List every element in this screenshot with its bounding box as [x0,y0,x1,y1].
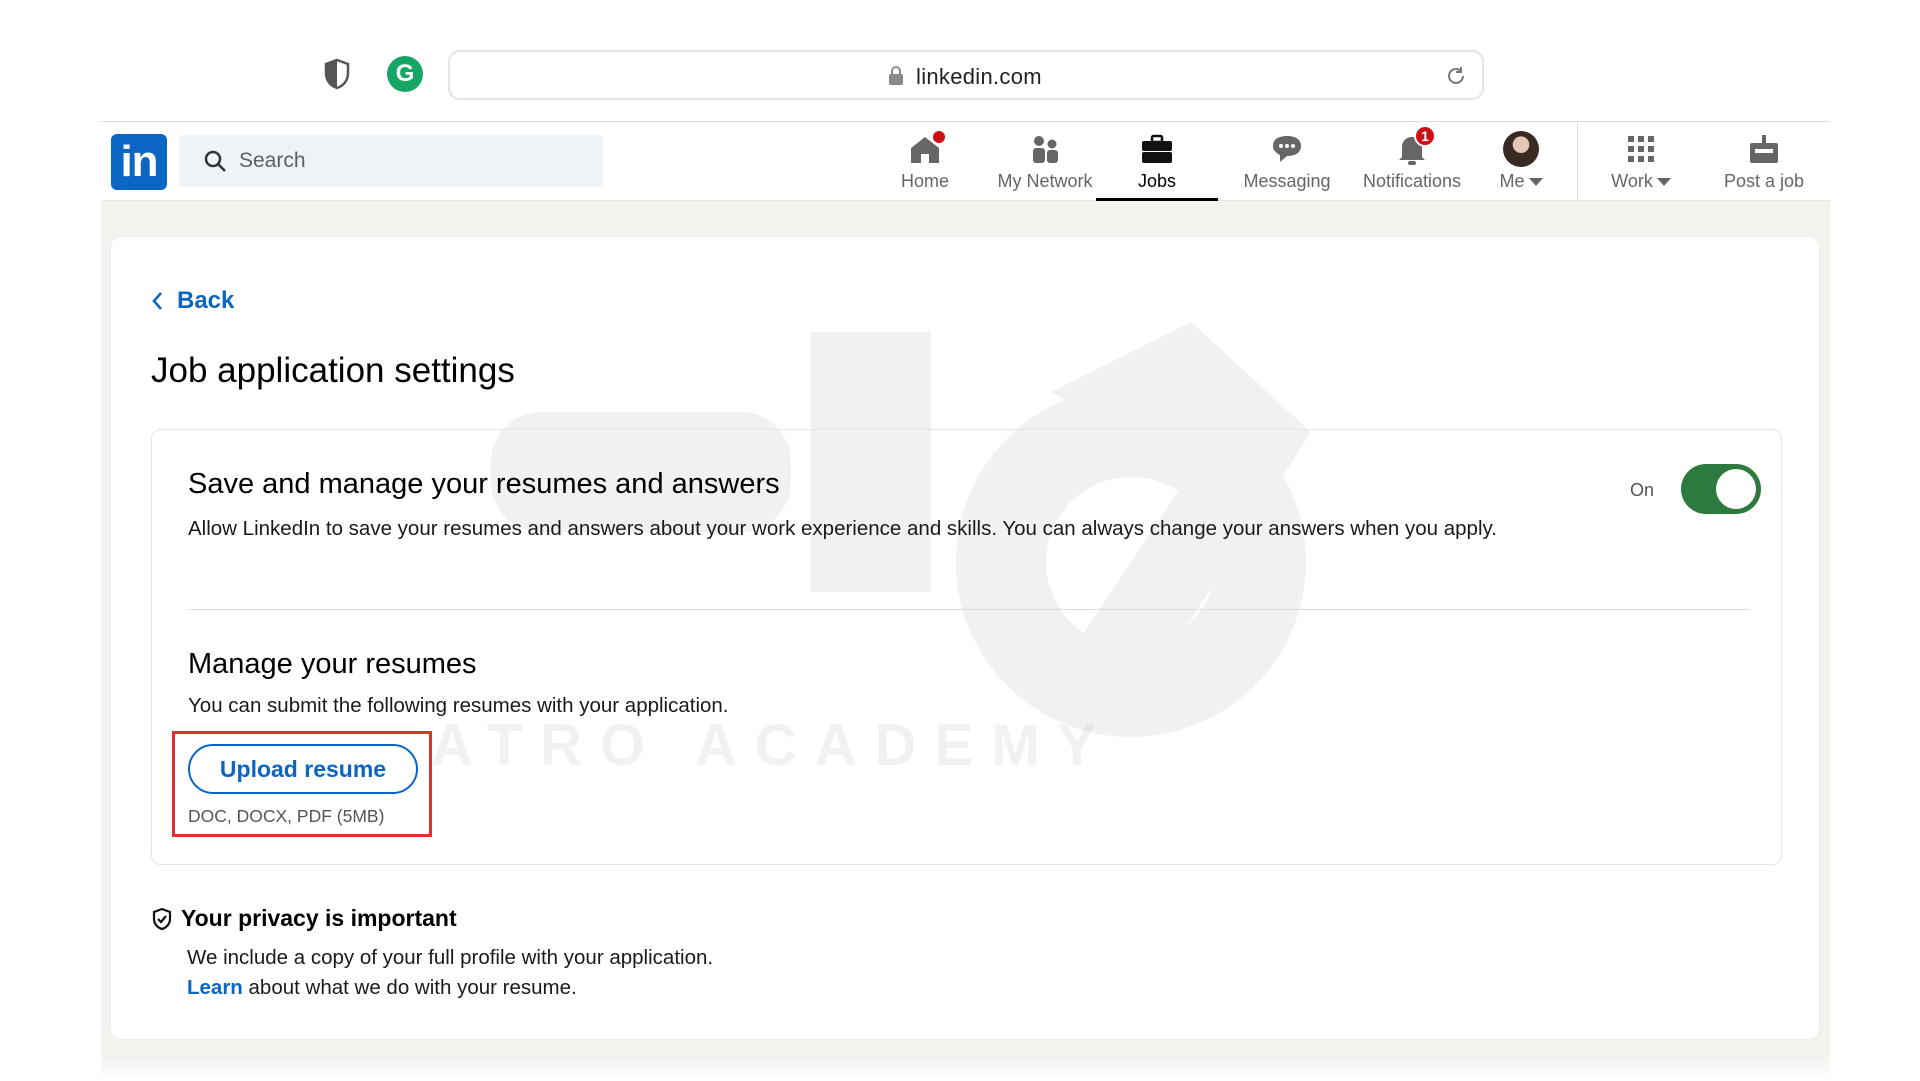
back-link[interactable]: Back [151,287,234,315]
bell-icon: 1 [1394,125,1436,167]
global-nav: in Search Home My Network Jobs Messaging… [101,122,1830,201]
divider [188,609,1750,610]
toggle-knob [1716,469,1756,509]
nav-my-network[interactable]: My Network [985,122,1105,201]
grammarly-icon[interactable]: G [387,56,423,92]
linkedin-logo[interactable]: in [111,134,167,190]
browser-toolbar: G linkedin.com [0,0,1920,122]
network-icon [1027,131,1063,167]
nav-work-label: Work [1611,171,1671,192]
nav-my-network-label: My Network [997,171,1093,191]
privacy-heading-text: Your privacy is important [181,905,457,931]
url-text: linkedin.com [916,64,1042,89]
search-input[interactable]: Search [179,135,603,187]
nav-jobs[interactable]: Jobs [1096,122,1218,201]
avatar [1503,131,1539,167]
chevron-down-icon [1656,177,1671,186]
home-icon [907,129,947,167]
messaging-icon [1269,131,1305,167]
nav-home[interactable]: Home [875,122,975,201]
search-icon [203,149,227,173]
nav-notifications-label: Notifications [1362,171,1462,191]
address-bar[interactable]: linkedin.com [448,50,1484,100]
grid-icon [1623,131,1659,167]
nav-notifications[interactable]: 1 Notifications [1353,122,1471,201]
search-placeholder: Search [239,149,306,172]
linkedin-app: in Search Home My Network Jobs Messaging… [101,121,1830,1081]
manage-resumes-heading: Manage your resumes [188,648,477,680]
nav-me[interactable]: Me [1481,122,1561,201]
nav-work[interactable]: Work [1601,122,1681,201]
nav-messaging[interactable]: Messaging [1232,122,1342,201]
chevron-left-icon [152,292,162,310]
shield-check-icon [152,907,172,930]
save-manage-heading: Save and manage your resumes and answers [188,468,780,500]
notification-badge: 1 [1414,125,1436,147]
nav-jobs-label: Jobs [1137,171,1177,191]
save-resumes-toggle[interactable] [1681,464,1761,514]
lock-icon [888,66,904,86]
learn-link[interactable]: Learn [187,976,243,999]
home-dot [931,129,947,145]
privacy-heading: Your privacy is important [151,905,457,932]
nav-divider [1577,122,1578,201]
privacy-body: We include a copy of your full profile w… [187,943,713,1003]
post-job-icon [1746,131,1782,167]
chevron-down-icon [1528,177,1543,186]
privacy-line-2: Learn about what we do with your resume. [187,973,713,1003]
page-title: Job application settings [151,351,515,390]
file-types-hint: DOC, DOCX, PDF (5MB) [188,806,385,826]
back-label: Back [177,287,235,314]
toggle-state-label: On [1630,480,1655,500]
nav-post-a-job[interactable]: Post a job [1708,122,1820,201]
resume-settings-section: Save and manage your resumes and answers… [151,429,1782,865]
nav-me-label: Me [1499,171,1543,192]
page-bottom [101,1057,1830,1081]
manage-resumes-description: You can submit the following resumes wit… [188,694,729,717]
upload-resume-button[interactable]: Upload resume [188,744,418,794]
shield-icon[interactable] [323,58,351,90]
briefcase-icon [1139,131,1175,167]
save-manage-description: Allow LinkedIn to save your resumes and … [188,517,1497,540]
nav-messaging-label: Messaging [1243,171,1331,191]
settings-card: ATRO ACADEMY Back Job application settin… [111,237,1819,1039]
nav-post-a-job-label: Post a job [1723,171,1805,191]
nav-home-label: Home [900,171,949,191]
reload-icon[interactable] [1444,64,1468,88]
privacy-line-2-text: about what we do with your resume. [242,976,577,999]
privacy-line-1: We include a copy of your full profile w… [187,946,714,969]
